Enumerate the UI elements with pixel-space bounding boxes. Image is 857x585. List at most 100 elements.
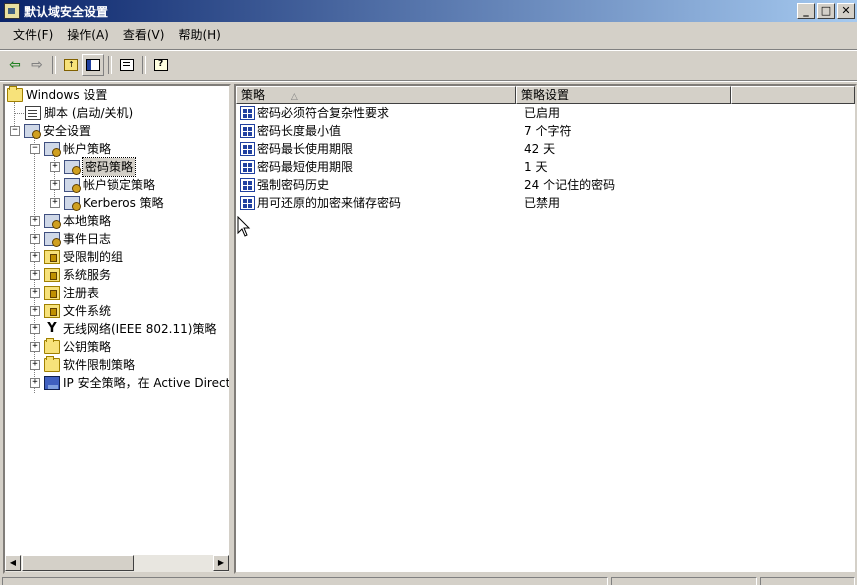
tree-item-public-key[interactable]: + 公钥策略	[30, 338, 111, 356]
tree-item-label: IP 安全策略，在 Active Directory	[63, 376, 231, 390]
policy-icon	[44, 232, 61, 247]
list-header: 策略 △ 策略设置	[236, 86, 855, 104]
tree-item-system-services[interactable]: + 系统服务	[30, 266, 111, 284]
tree-item-registry[interactable]: + 注册表	[30, 284, 99, 302]
close-button[interactable]: ✕	[837, 3, 855, 19]
tree-item-kerberos-policy[interactable]: + Kerberos 策略	[50, 194, 164, 212]
policy-name: 强制密码历史	[257, 178, 330, 192]
tree-item-label: 受限制的组	[63, 250, 124, 264]
policy-value: 已禁用	[524, 196, 561, 210]
expand-icon[interactable]: +	[30, 288, 40, 298]
maximize-button[interactable]: □	[817, 3, 835, 19]
export-list-icon[interactable]	[116, 54, 138, 76]
locked-folder-icon	[44, 268, 60, 282]
list-row[interactable]: 密码长度最小值 7 个字符	[236, 122, 731, 140]
expand-icon[interactable]: +	[30, 324, 40, 334]
tree-item-windows-settings[interactable]: Windows 设置	[7, 86, 107, 104]
script-icon	[25, 106, 41, 120]
menu-separator	[0, 49, 857, 51]
tree-item-password-policy[interactable]: + 密码策略	[50, 157, 137, 177]
collapse-icon[interactable]: −	[30, 144, 40, 154]
policy-icon	[64, 160, 81, 175]
toolbar-separator-line	[0, 80, 857, 82]
show-hide-tree-icon[interactable]	[82, 54, 104, 76]
expand-icon[interactable]: +	[30, 378, 40, 388]
collapse-icon[interactable]: −	[10, 126, 20, 136]
expand-icon[interactable]: +	[30, 306, 40, 316]
scroll-left-icon[interactable]: ◀	[5, 555, 21, 571]
policy-name: 密码必须符合复杂性要求	[257, 106, 390, 120]
list-row[interactable]: 密码最长使用期限 42 天	[236, 140, 731, 158]
tree-item-software-restriction[interactable]: + 软件限制策略	[30, 356, 135, 374]
scroll-right-icon[interactable]: ▶	[213, 555, 229, 571]
locked-folder-icon	[44, 250, 60, 264]
expand-icon[interactable]: +	[30, 234, 40, 244]
list-row[interactable]: 用可还原的加密来储存密码 已禁用	[236, 194, 731, 212]
status-bar	[0, 576, 857, 585]
minimize-button[interactable]: _	[797, 3, 815, 19]
tree-item-scripts[interactable]: 脚本 (启动/关机)	[25, 104, 133, 122]
tree-item-restricted-groups[interactable]: + 受限制的组	[30, 248, 123, 266]
network-policy-icon	[44, 376, 60, 390]
column-header-empty[interactable]	[731, 86, 855, 104]
tree-item-label: 无线网络(IEEE 802.11)策略	[63, 322, 217, 336]
policy-value: 42 天	[524, 142, 556, 156]
expand-icon[interactable]: +	[30, 270, 40, 280]
list-pane[interactable]: 策略 △ 策略设置 密码必须符合复杂性要求 已启用 密码长度最小值 7 个字符 …	[234, 84, 857, 574]
tree-item-label: 文件系统	[63, 304, 112, 318]
expand-icon[interactable]: +	[30, 252, 40, 262]
expand-icon[interactable]: +	[30, 360, 40, 370]
toolbar-separator	[108, 56, 112, 74]
column-label: 策略设置	[521, 88, 570, 102]
policy-setting-icon	[240, 124, 255, 138]
menu-file[interactable]: 文件(F)	[6, 25, 60, 45]
menu-action[interactable]: 操作(A)	[60, 25, 116, 45]
policy-value: 1 天	[524, 160, 548, 174]
tree-item-label: 系统服务	[63, 268, 112, 282]
tree-item-ip-security[interactable]: + IP 安全策略，在 Active Directory	[30, 374, 231, 392]
horizontal-scrollbar[interactable]: ◀ ▶	[5, 555, 229, 572]
app-icon[interactable]	[4, 3, 20, 19]
tree-item-lockout-policy[interactable]: + 帐户锁定策略	[50, 176, 155, 194]
tree-item-security-settings[interactable]: − 安全设置	[10, 122, 91, 140]
tree-item-account-policy[interactable]: − 帐户策略	[30, 140, 111, 158]
column-header-setting[interactable]: 策略设置	[516, 86, 731, 104]
tree-item-event-log[interactable]: + 事件日志	[30, 230, 111, 248]
expand-icon[interactable]: +	[30, 342, 40, 352]
tree-item-label: 注册表	[63, 286, 100, 300]
antenna-icon: Y	[47, 321, 57, 336]
back-arrow-icon[interactable]: ⇦	[4, 54, 26, 76]
policy-setting-icon	[240, 160, 255, 174]
up-folder-icon[interactable]: ↑	[60, 54, 82, 76]
tree-item-label: 软件限制策略	[63, 358, 136, 372]
list-row[interactable]: 密码最短使用期限 1 天	[236, 158, 731, 176]
help-icon[interactable]: ?	[150, 54, 172, 76]
scroll-thumb[interactable]	[22, 555, 134, 571]
tree-item-label: 事件日志	[63, 232, 112, 246]
column-header-policy[interactable]: 策略 △	[236, 86, 516, 104]
tree-item-label: 帐户策略	[63, 142, 112, 156]
locked-folder-icon	[44, 286, 60, 300]
menu-help[interactable]: 帮助(H)	[171, 25, 227, 45]
column-label: 策略	[241, 88, 266, 102]
tree-item-wireless-network[interactable]: + Y 无线网络(IEEE 802.11)策略	[30, 320, 216, 338]
expand-icon[interactable]: +	[30, 216, 40, 226]
policy-value: 24 个记住的密码	[524, 178, 616, 192]
security-settings-icon	[24, 124, 41, 139]
list-row[interactable]: 密码必须符合复杂性要求 已启用	[236, 104, 731, 122]
menu-view[interactable]: 查看(V)	[116, 25, 172, 45]
tree-item-file-system[interactable]: + 文件系统	[30, 302, 111, 320]
tree-item-label: 安全设置	[43, 124, 92, 138]
policy-icon	[64, 196, 81, 211]
tree-item-label: 密码策略	[81, 157, 137, 177]
tree-item-local-policy[interactable]: + 本地策略	[30, 212, 111, 230]
tree-pane[interactable]: Windows 设置 脚本 (启动/关机) − 安全设置 − 帐户策略 + 密码…	[3, 84, 231, 574]
forward-arrow-icon[interactable]: ⇨	[26, 54, 48, 76]
expand-icon[interactable]: +	[50, 162, 60, 172]
expand-icon[interactable]: +	[50, 198, 60, 208]
window-title: 默认域安全设置	[24, 4, 109, 19]
folder-icon	[44, 338, 60, 354]
expand-icon[interactable]: +	[50, 180, 60, 190]
tree-item-label: 公钥策略	[63, 340, 112, 354]
list-row[interactable]: 强制密码历史 24 个记住的密码	[236, 176, 731, 194]
